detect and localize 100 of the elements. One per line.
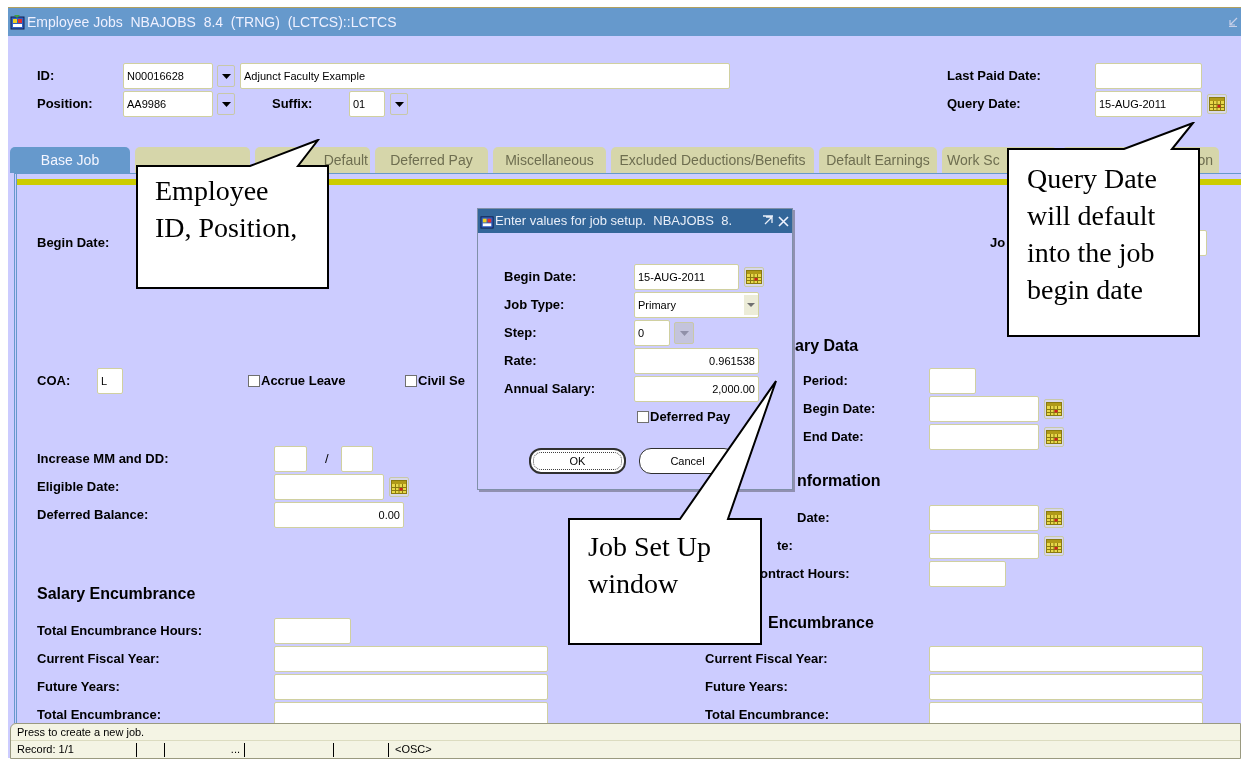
tab[interactable]: Miscellaneous xyxy=(493,147,606,173)
field-label: End Date: xyxy=(803,428,864,447)
input-field[interactable] xyxy=(929,505,1039,531)
input-field[interactable] xyxy=(929,646,1203,672)
name-field[interactable]: Adjunct Faculty Example xyxy=(240,63,730,89)
section-heading: nformation xyxy=(797,471,881,491)
caret-icon xyxy=(221,73,231,79)
field-label: Query Date: xyxy=(947,95,1022,114)
field-label: Total Encumbrance Hours: xyxy=(37,622,204,641)
section-heading: ary Data xyxy=(795,336,859,356)
field-label: te: xyxy=(777,537,793,556)
caret-icon xyxy=(394,101,404,107)
close-icon[interactable] xyxy=(778,215,789,227)
input-field[interactable] xyxy=(274,618,351,644)
input-field[interactable]: N00016628 xyxy=(123,63,213,89)
input-field[interactable]: 2,000.00 xyxy=(634,376,759,402)
tab[interactable]: Default Earnings xyxy=(819,147,937,173)
dropdown-button[interactable] xyxy=(217,93,235,115)
checkbox[interactable] xyxy=(248,375,260,387)
caret-icon xyxy=(744,295,758,315)
field-label: Total Encumbrance: xyxy=(705,706,829,723)
calendar-icon xyxy=(391,480,407,494)
input-field[interactable] xyxy=(1095,63,1202,89)
separator-text: / xyxy=(325,450,329,469)
field-label: ID: xyxy=(37,67,56,86)
status-text: ... xyxy=(230,742,240,758)
field-label: Total Encumbrance: xyxy=(37,706,162,723)
tab[interactable]: Deferred Pay xyxy=(375,147,488,173)
input-field[interactable] xyxy=(274,446,307,472)
input-field[interactable] xyxy=(929,702,1203,723)
input-field[interactable]: 0.961538 xyxy=(634,348,759,374)
field-label: Rate: xyxy=(504,352,538,371)
calendar-icon xyxy=(1046,539,1062,553)
dialog-button[interactable]: OK xyxy=(529,448,626,474)
input-field[interactable] xyxy=(929,533,1039,559)
caret-icon xyxy=(221,101,231,107)
checkbox[interactable] xyxy=(405,375,417,387)
calendar-button[interactable] xyxy=(1044,536,1064,556)
field-label: Suffix: xyxy=(272,95,314,114)
input-field[interactable]: 15-AUG-2011 xyxy=(1095,91,1202,117)
section-heading: Encumbrance xyxy=(768,613,874,633)
field-label: Annual Salary: xyxy=(504,380,597,399)
calendar-icon xyxy=(1209,97,1225,111)
input-field[interactable] xyxy=(929,424,1039,450)
input-field[interactable] xyxy=(274,474,384,500)
field-label: Future Years: xyxy=(705,678,788,697)
input-field[interactable]: 0.00 xyxy=(274,502,404,528)
calendar-icon xyxy=(1046,430,1062,444)
input-field[interactable] xyxy=(929,368,976,394)
calendar-button[interactable] xyxy=(1207,94,1227,114)
field-label: Date: xyxy=(797,509,830,528)
input-field[interactable] xyxy=(929,674,1203,700)
checkbox-label: Civil Se xyxy=(418,372,465,391)
checkbox[interactable] xyxy=(637,411,649,423)
dropdown-button[interactable] xyxy=(390,93,408,115)
section-heading: Salary Encumbrance xyxy=(37,584,196,604)
status-message: Press to create a new job. xyxy=(17,724,145,740)
field-label: Step: xyxy=(504,324,538,343)
input-field[interactable] xyxy=(929,396,1039,422)
dropdown-button[interactable] xyxy=(217,65,235,87)
calendar-button[interactable] xyxy=(1044,399,1064,419)
field-label: Jo xyxy=(990,234,1006,253)
input-field[interactable] xyxy=(274,646,548,672)
input-field[interactable] xyxy=(274,674,548,700)
calendar-button[interactable] xyxy=(389,477,409,497)
input-field[interactable] xyxy=(929,561,1006,587)
status-text: <OSC> xyxy=(395,742,432,758)
input-field[interactable]: 15-AUG-2011 xyxy=(634,264,739,290)
field-label: COA: xyxy=(37,372,72,391)
field-label: Begin Date: xyxy=(803,400,876,419)
calendar-button[interactable] xyxy=(1044,427,1064,447)
field-label: Increase MM and DD: xyxy=(37,450,170,469)
dialog-title: Enter values for job setup. NBAJOBS 8. xyxy=(495,212,733,231)
calendar-icon xyxy=(1046,402,1062,416)
calendar-button[interactable] xyxy=(744,267,764,287)
checkbox-label: Deferred Pay xyxy=(650,408,731,427)
calendar-icon xyxy=(1046,511,1062,525)
input-field[interactable]: AA9986 xyxy=(123,91,213,117)
caret-icon xyxy=(679,330,689,336)
record-count: Record: 1/1 xyxy=(16,742,75,758)
calendar-button[interactable] xyxy=(1044,508,1064,528)
input-field[interactable]: 0 xyxy=(634,320,670,346)
checkbox-label: Accrue Leave xyxy=(261,372,346,391)
input-field[interactable] xyxy=(340,446,373,472)
dropdown-field[interactable]: Primary xyxy=(634,292,759,318)
input-field[interactable] xyxy=(274,702,548,723)
field-label: Period: xyxy=(803,372,848,391)
pin-icon[interactable] xyxy=(762,215,774,227)
field-label: Current Fiscal Year: xyxy=(37,650,161,669)
minimize-icon[interactable] xyxy=(1228,17,1238,27)
field-label: Current Fiscal Year: xyxy=(705,650,828,669)
field-label: Eligible Date: xyxy=(37,478,121,497)
field-label: Begin Date: xyxy=(504,268,578,287)
app-icon xyxy=(10,14,26,30)
field-label: Future Years: xyxy=(37,678,121,697)
tab[interactable]: Excluded Deductions/Benefits xyxy=(611,147,814,173)
input-field[interactable]: 01 xyxy=(349,91,385,117)
window-title: Employee Jobs NBAJOBS 8.4 (TRNG) (LCTCS)::LCTCS xyxy=(27,12,397,32)
input-field[interactable]: L xyxy=(97,368,123,394)
field-label: Last Paid Date: xyxy=(947,67,1042,86)
